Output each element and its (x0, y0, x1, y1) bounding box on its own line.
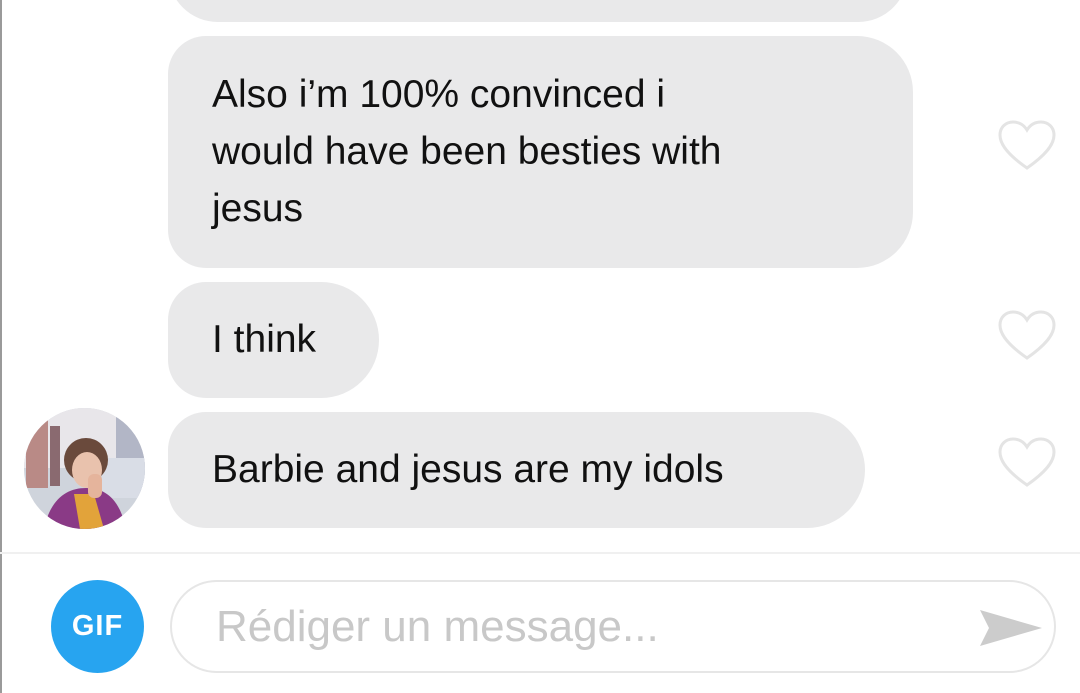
message-composer (170, 580, 1056, 673)
send-arrow-icon (980, 610, 1042, 646)
message-bubble[interactable]: I think (168, 282, 379, 398)
message-bubble[interactable]: Also i’m 100% convinced i would have bee… (168, 36, 913, 268)
send-button[interactable] (977, 606, 1045, 650)
heart-icon[interactable] (998, 437, 1056, 489)
message-input[interactable] (216, 600, 946, 654)
sender-avatar[interactable] (24, 408, 145, 529)
heart-icon[interactable] (998, 310, 1056, 362)
gif-button[interactable]: GIF (51, 580, 144, 673)
heart-icon[interactable] (998, 120, 1056, 172)
composer-divider (0, 552, 1080, 554)
message-bubble-previous (168, 0, 908, 22)
window-left-edge (0, 0, 2, 693)
message-bubble[interactable]: Barbie and jesus are my idols (168, 412, 865, 528)
